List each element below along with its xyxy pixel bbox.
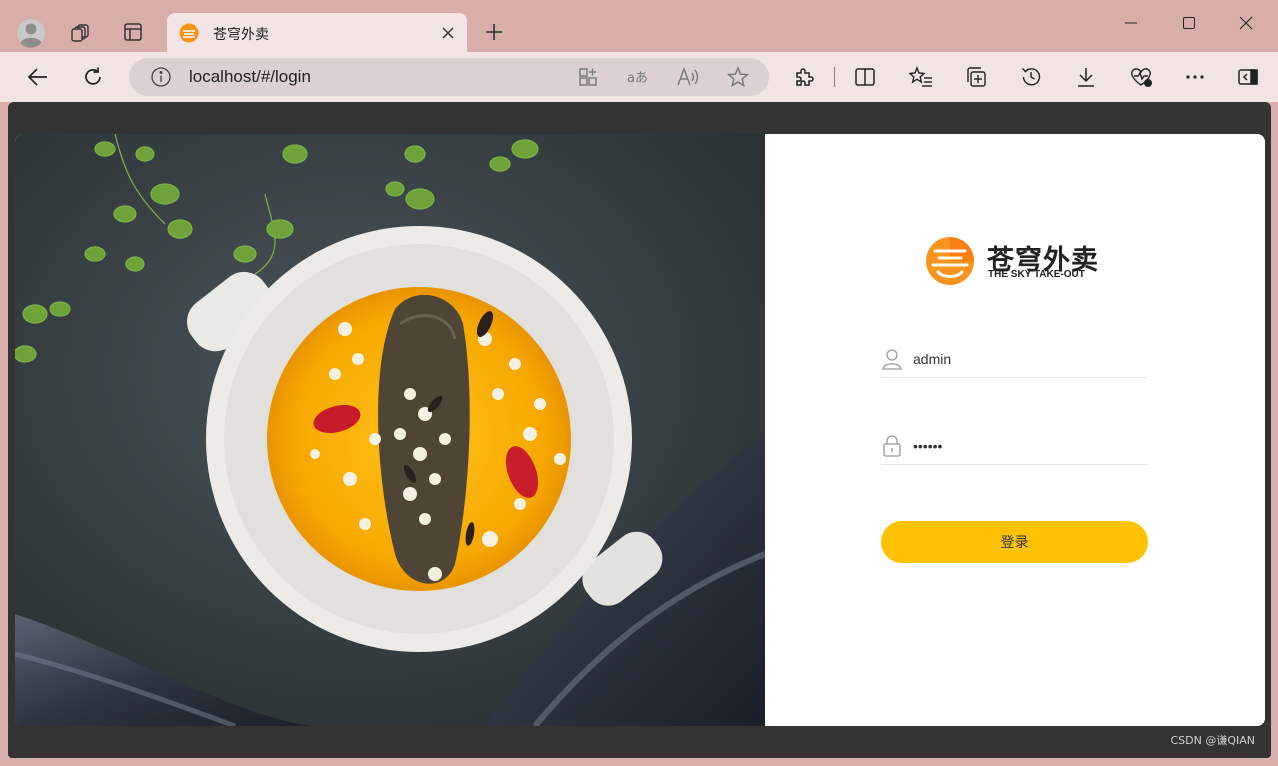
password-field xyxy=(881,429,1148,465)
download-icon xyxy=(1078,68,1094,87)
profile-button[interactable] xyxy=(11,13,51,53)
user-icon xyxy=(882,349,902,370)
url-text[interactable]: localhost/#/login xyxy=(189,67,311,87)
close-icon xyxy=(1239,16,1253,30)
tab-actions-button[interactable] xyxy=(113,12,153,52)
site-info-button[interactable] xyxy=(147,63,175,91)
login-form-panel: 苍穹外卖 THE SKY TAKE-OUT 登录 xyxy=(765,134,1265,726)
tab-title: 苍穹外卖 xyxy=(213,27,269,43)
sky-takeout-logo-icon xyxy=(926,237,974,285)
browser-essentials-icon xyxy=(1131,68,1152,87)
translate-button[interactable]: aあ xyxy=(624,63,652,91)
history-button[interactable] xyxy=(1011,57,1051,97)
food-photo xyxy=(15,134,765,726)
sky-takeout-logo: 苍穹外卖 THE SKY TAKE-OUT xyxy=(921,236,1111,288)
read-aloud-icon xyxy=(677,67,699,86)
password-input[interactable] xyxy=(913,433,1143,459)
username-field xyxy=(881,342,1148,378)
star-icon xyxy=(727,66,749,88)
maximize-button[interactable] xyxy=(1166,5,1212,41)
plus-icon xyxy=(486,24,502,40)
tab-actions-icon xyxy=(124,23,142,41)
close-window-button[interactable] xyxy=(1223,5,1269,41)
collections-icon xyxy=(967,67,986,87)
minimize-icon xyxy=(1125,22,1137,24)
watermark: CSDN @谦QIAN xyxy=(1170,734,1255,747)
new-tab-button[interactable] xyxy=(474,12,514,52)
extensions-button[interactable] xyxy=(784,57,824,97)
minimize-button[interactable] xyxy=(1108,5,1154,41)
maximize-icon xyxy=(1183,17,1195,29)
translate-icon: aあ xyxy=(627,71,648,86)
workspaces-icon xyxy=(71,24,89,42)
favorites-button[interactable] xyxy=(901,57,941,97)
browser-toolbar: localhost/#/login aあ xyxy=(0,52,1278,102)
back-button[interactable] xyxy=(18,57,58,97)
add-favorite-button[interactable] xyxy=(724,63,752,91)
workspaces-button[interactable] xyxy=(61,12,101,52)
browser-title-bar: 苍穹外卖 xyxy=(0,0,1278,53)
sky-takeout-favicon-icon xyxy=(179,23,199,43)
favorites-icon xyxy=(909,66,932,87)
logo-subtitle: THE SKY TAKE-OUT xyxy=(988,269,1085,280)
svg-text:aあ: aあ xyxy=(627,71,648,86)
history-icon xyxy=(1022,68,1041,86)
read-aloud-button[interactable] xyxy=(674,63,702,91)
downloads-button[interactable] xyxy=(1066,57,1106,97)
more-button[interactable] xyxy=(1175,57,1215,97)
login-button[interactable]: 登录 xyxy=(881,521,1148,563)
split-screen-icon xyxy=(855,68,875,86)
toolbar-divider xyxy=(834,67,835,87)
collections-button[interactable] xyxy=(956,57,996,97)
username-input[interactable] xyxy=(913,346,1143,372)
address-bar[interactable]: localhost/#/login aあ xyxy=(129,58,769,96)
sidebar-toggle-button[interactable] xyxy=(1228,57,1268,97)
profile-avatar-icon xyxy=(17,19,45,48)
page-viewport: 苍穹外卖 THE SKY TAKE-OUT 登录 CSDN @谦QIAN xyxy=(8,102,1271,758)
sidebar-icon xyxy=(1238,69,1258,85)
extensions-icon xyxy=(796,68,814,86)
split-screen-button[interactable] xyxy=(845,57,885,97)
more-icon xyxy=(1186,75,1204,79)
browser-essentials-button[interactable] xyxy=(1121,57,1161,97)
apps-icon xyxy=(579,68,597,86)
refresh-icon xyxy=(85,67,101,85)
active-tab[interactable]: 苍穹外卖 xyxy=(167,13,467,53)
back-arrow-icon xyxy=(27,68,47,86)
close-icon xyxy=(442,27,454,39)
info-icon xyxy=(151,67,171,87)
login-card: 苍穹外卖 THE SKY TAKE-OUT 登录 xyxy=(15,134,1265,726)
lock-icon xyxy=(883,435,901,457)
tab-close-button[interactable] xyxy=(437,22,459,44)
refresh-button[interactable] xyxy=(73,57,113,97)
app-available-button[interactable] xyxy=(574,63,602,91)
